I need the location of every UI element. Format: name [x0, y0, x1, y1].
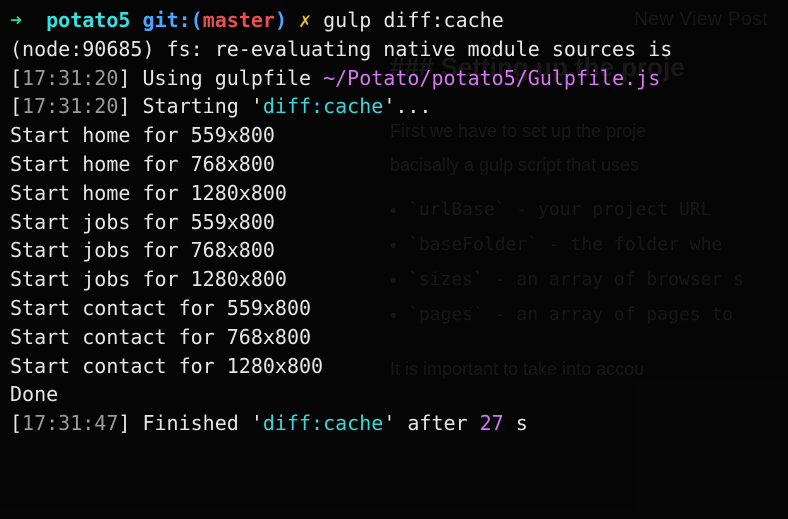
- run-line: Start jobs for 559x800: [10, 210, 275, 234]
- run-line: Start contact for 768x800: [10, 325, 311, 349]
- duration-unit: s: [504, 411, 528, 435]
- prompt-branch: master: [203, 8, 275, 32]
- run-line: Start home for 1280x800: [10, 181, 287, 205]
- prompt-git-label: git:(: [142, 8, 202, 32]
- prompt-line: ➜ potato5 git:(master) ✗ gulp diff:cache: [10, 8, 504, 32]
- prompt-command: gulp diff:cache: [323, 8, 504, 32]
- done-line: Done: [10, 382, 58, 406]
- task-name: diff:cache: [263, 94, 383, 118]
- run-line: Start jobs for 768x800: [10, 238, 275, 262]
- run-line: Start contact for 559x800: [10, 296, 311, 320]
- gulpfile-path: ~/Potato/potato5/Gulpfile.js: [323, 66, 660, 90]
- task-name: diff:cache: [263, 411, 383, 435]
- gulp-finished-line: [17:31:47] Finished 'diff:cache' after 2…: [10, 411, 528, 435]
- timestamp: 17:31:47: [22, 411, 118, 435]
- timestamp: 17:31:20: [22, 94, 118, 118]
- run-line: Start home for 559x800: [10, 123, 275, 147]
- node-warning: (node:90685) fs: re-evaluating native mo…: [10, 37, 684, 61]
- duration-value: 27: [480, 411, 504, 435]
- run-line: Start contact for 1280x800: [10, 354, 323, 378]
- timestamp: 17:31:20: [22, 66, 118, 90]
- dirty-icon: ✗: [299, 8, 311, 32]
- terminal-output[interactable]: ➜ potato5 git:(master) ✗ gulp diff:cache…: [0, 0, 788, 519]
- run-line: Start home for 768x800: [10, 152, 275, 176]
- prompt-dir: potato5: [46, 8, 130, 32]
- gulp-starting-line: [17:31:20] Starting 'diff:cache'...: [10, 94, 431, 118]
- prompt-git-close: ): [275, 8, 287, 32]
- gulp-using-line: [17:31:20] Using gulpfile ~/Potato/potat…: [10, 66, 660, 90]
- run-line: Start jobs for 1280x800: [10, 267, 287, 291]
- arrow-icon: ➜: [10, 8, 22, 32]
